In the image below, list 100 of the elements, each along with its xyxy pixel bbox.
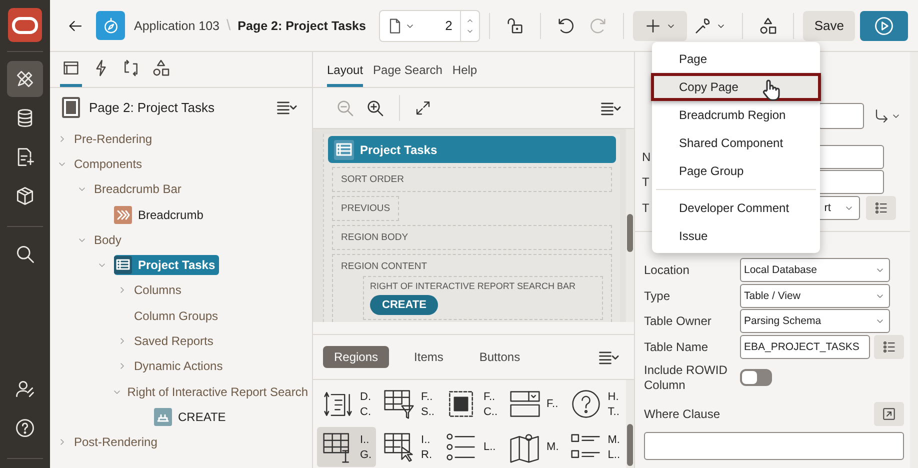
play-icon (873, 14, 895, 36)
tree-node[interactable]: Breadcrumb Bar (94, 180, 186, 198)
page-number-field[interactable]: 2 (422, 18, 460, 33)
page-title: Page 2: Project Tasks (238, 18, 366, 32)
button-icon (154, 408, 172, 426)
field-label: T (642, 200, 650, 215)
tree-node[interactable]: Post-Rendering (74, 433, 162, 452)
select-field[interactable]: Table / View (740, 284, 890, 308)
cube-icon[interactable] (14, 185, 36, 207)
gallery-tile[interactable]: F.. C.. (440, 384, 502, 424)
help-icon[interactable] (14, 417, 36, 439)
field-label: N (642, 150, 651, 164)
scrollbar[interactable] (626, 380, 634, 468)
gallery-tile[interactable]: L.. (440, 427, 502, 467)
field-label: Table Owner (644, 314, 712, 328)
gallery-tile[interactable]: I.. G. (317, 427, 376, 467)
expand-icon[interactable] (414, 99, 432, 117)
tile-label: M. (546, 441, 559, 453)
tree-node[interactable]: Saved Reports (134, 332, 218, 350)
field-label: Include ROWID Column (644, 363, 728, 392)
menu-item[interactable]: Copy Page (651, 73, 821, 101)
zoom-in-icon[interactable] (365, 98, 385, 118)
save-button[interactable]: Save (803, 10, 855, 40)
gallery-tile[interactable]: M. (504, 427, 563, 467)
tree-node[interactable]: Body (94, 230, 126, 249)
tile-label: L.. (483, 441, 496, 453)
shapes-icon (151, 58, 171, 78)
list-button[interactable] (874, 334, 904, 359)
region-header[interactable]: Project Tasks (328, 136, 616, 163)
tile-label: L.. (608, 448, 620, 460)
report-icon (114, 256, 132, 274)
toggle-switch[interactable] (740, 369, 772, 386)
expand-icon (881, 406, 897, 422)
report-icon (334, 140, 354, 160)
menu-item[interactable]: Breadcrumb Region (651, 101, 821, 129)
slot-label: REGION BODY (341, 232, 408, 243)
menu-item[interactable]: Developer Comment (651, 194, 821, 222)
field-label: Table Name (644, 340, 708, 354)
create-button[interactable]: CREATE (370, 295, 438, 315)
tree-title: Page 2: Project Tasks (89, 100, 214, 114)
tab[interactable]: Page Search (373, 52, 442, 87)
gallery-tile[interactable]: H. T.. (564, 384, 624, 424)
menu-item[interactable]: Issue (651, 222, 821, 250)
gallery-tile[interactable]: F.. S.. (378, 384, 438, 424)
tree-node[interactable]: Components (74, 154, 146, 173)
tree-node[interactable]: Column Groups (134, 306, 222, 325)
tile-label: I.. (421, 434, 432, 446)
logo-icon[interactable] (8, 8, 42, 42)
select-field[interactable]: Local Database (740, 258, 890, 282)
tab[interactable]: Layout (327, 52, 364, 87)
run-button[interactable] (860, 10, 908, 40)
slot-label: PREVIOUS (341, 203, 390, 214)
list-button[interactable] (866, 196, 896, 220)
input-field[interactable] (818, 103, 864, 129)
tab[interactable]: Help (452, 52, 478, 87)
field-label: Where Clause (644, 406, 720, 420)
tile-label: M. (608, 434, 620, 446)
tree-node[interactable]: Breadcrumb (114, 204, 208, 225)
select-field[interactable]: Parsing Schema (740, 309, 890, 334)
tab[interactable]: Regions (323, 346, 390, 368)
gallery-tile[interactable]: D. C. (317, 384, 376, 424)
tab[interactable]: Buttons (468, 346, 532, 368)
tile-label: H. (608, 390, 620, 402)
tile-label: D. (360, 390, 371, 402)
tree-node[interactable]: Project Tasks (114, 255, 220, 276)
scrollbar[interactable] (910, 52, 918, 468)
tree-node[interactable]: Dynamic Actions (134, 357, 227, 376)
tile-label: S.. (421, 406, 434, 418)
rail-button[interactable] (7, 61, 43, 97)
tree-node[interactable]: Columns (134, 281, 186, 300)
field-label: Type (644, 288, 670, 303)
slot-label: RIGHT OF INTERACTIVE REPORT SEARCH BAR (370, 281, 576, 291)
input-field[interactable]: EBA_PROJECT_TASKS (740, 334, 870, 359)
tile-label: C. (360, 406, 371, 418)
field-label: T (642, 175, 650, 190)
gallery-tile[interactable]: I.. R. (378, 427, 438, 467)
gallery-tile[interactable]: M. L.. (564, 427, 624, 467)
app-icon[interactable] (96, 11, 125, 40)
tree-node[interactable]: Right of Interactive Report Search (127, 382, 312, 401)
slot-label: REGION CONTENT (341, 261, 428, 272)
menu-item[interactable]: Page (651, 45, 821, 73)
tile-label: R. (421, 448, 432, 460)
tile-label: T.. (608, 406, 620, 418)
redo-icon (588, 16, 608, 36)
page-selector[interactable]: 2 (379, 10, 480, 42)
user-wrench-icon[interactable] (14, 378, 36, 400)
tree-node[interactable]: Pre-Rendering (74, 130, 156, 148)
expand-button[interactable] (874, 402, 904, 426)
scrollbar[interactable] (626, 129, 634, 322)
breadcrumb-icon (114, 206, 132, 224)
text-area[interactable] (644, 432, 904, 460)
menu-item[interactable]: Shared Component (651, 129, 821, 157)
tree-node[interactable]: CREATE (154, 406, 230, 427)
search-icon[interactable] (14, 243, 36, 265)
tile-label: F.. (421, 390, 434, 402)
tile-label: C.. (483, 406, 498, 418)
tab[interactable]: Items (403, 346, 454, 368)
app-link[interactable]: Application 103 (134, 18, 220, 32)
menu-item[interactable]: Page Group (651, 157, 821, 185)
gallery-tile[interactable]: F.. (504, 384, 563, 424)
